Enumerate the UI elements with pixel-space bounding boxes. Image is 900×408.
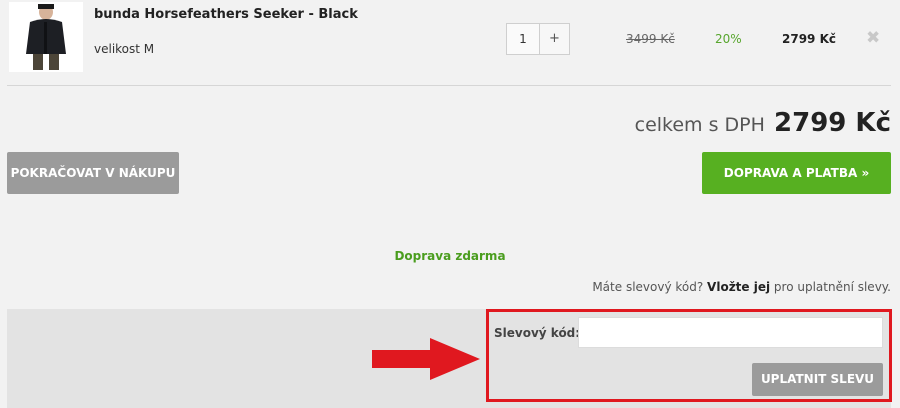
remove-item-icon[interactable]: ✖ [866,28,880,48]
coupon-prompt-prefix: Máte slevový kód? [592,280,704,294]
red-arrow-icon [372,338,480,380]
divider [7,85,891,86]
coupon-prompt: Máte slevový kód? Vložte jej pro uplatně… [592,280,891,294]
coupon-code-label: Slevový kód: [494,326,581,340]
item-price: 2799 Kč [782,32,836,46]
coupon-prompt-suffix: pro uplatnění slevy. [773,280,891,294]
order-total: celkem s DPH 2799 Kč [635,108,891,138]
product-image[interactable] [9,2,83,72]
jacket-icon [26,4,66,70]
coupon-code-input[interactable] [578,317,883,348]
total-label: celkem s DPH [634,114,765,136]
free-shipping-notice: Doprava zdarma [394,249,506,263]
shipping-payment-button[interactable]: DOPRAVA A PLATBA » [702,152,891,194]
continue-shopping-button[interactable]: POKRAČOVAT V NÁKUPU [7,152,179,194]
quantity-stepper: 1 + [506,23,570,55]
product-name[interactable]: bunda Horsefeathers Seeker - Black [94,7,358,22]
discount-percent: 20% [715,32,742,46]
quantity-input[interactable]: 1 [507,24,539,54]
product-variant: velikost M [94,42,155,56]
quantity-plus-button[interactable]: + [539,24,569,54]
apply-coupon-button[interactable]: UPLATNIT SLEVU [752,363,883,396]
coupon-prompt-link[interactable]: Vložte jej [707,280,770,294]
total-value: 2799 Kč [774,108,891,138]
cart-item-row: bunda Horsefeathers Seeker - Black velik… [0,0,900,86]
original-price: 3499 Kč [626,32,675,46]
